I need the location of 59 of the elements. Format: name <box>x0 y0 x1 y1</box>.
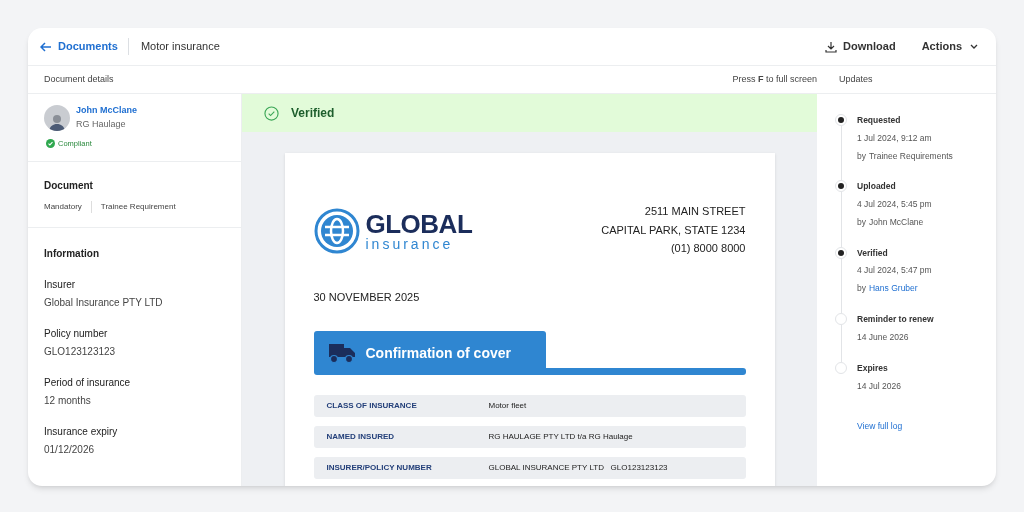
logo-tagline: insurance <box>365 236 455 251</box>
back-link[interactable]: Documents <box>40 38 129 55</box>
event-date: 4 Jul 2024, 5:45 pm <box>857 198 932 211</box>
field-label: Period of insurance <box>44 376 132 391</box>
event-title: Requested <box>857 114 902 127</box>
field-value: Global Insurance PTY LTD <box>44 296 164 311</box>
field-value: 01/12/2026 <box>44 443 96 458</box>
document-tag: Trainee Requirement <box>90 201 176 214</box>
updates-label: Updates <box>839 72 874 86</box>
address-line: (01) 8000 8000 <box>670 241 746 256</box>
verified-status: Verified <box>291 105 335 122</box>
section-label: Document details <box>43 72 115 86</box>
page-title: Motor insurance <box>140 39 220 55</box>
event-title: Reminder to renew <box>857 312 934 326</box>
cover-label: CLASS OF INSURANCE <box>326 400 418 412</box>
person-name-link[interactable]: John McClane <box>76 104 137 118</box>
arrow-left-icon <box>40 41 52 52</box>
field-label: Policy number <box>44 327 109 342</box>
globe-icon <box>313 207 360 254</box>
check-circle-icon <box>264 105 279 121</box>
actions-button[interactable]: Actions <box>921 38 978 55</box>
check-circle-icon <box>46 139 55 149</box>
download-button[interactable]: Download <box>825 38 896 55</box>
field-label: Insurance expiry <box>44 425 119 440</box>
company-name: RG Haulage <box>76 117 127 131</box>
cover-value: Motor fleet <box>488 400 527 412</box>
event-author: Trainee Requirements <box>869 149 953 163</box>
event-author: John McClane <box>869 215 924 229</box>
cover-value: GLOBAL INSURANCE PTY LTD GLO123123123 <box>488 462 668 474</box>
event-title: Uploaded <box>857 180 897 193</box>
field-label: Insurer <box>44 278 77 293</box>
event-date: 14 Jul 2026 <box>857 380 901 393</box>
logo-wordmark: GLOBAL <box>365 210 473 237</box>
chevron-down-icon <box>970 43 978 50</box>
section-title: Confirmation of cover <box>365 343 511 363</box>
event-by-label: by <box>857 149 866 163</box>
event-date: 1 Jul 2024, 9:12 am <box>857 131 933 145</box>
document-tag: Mandatory <box>44 201 82 214</box>
cover-label: NAMED INSURED <box>326 431 396 443</box>
event-date: 14 June 2026 <box>857 330 910 344</box>
view-log-link[interactable]: View full log <box>857 420 903 431</box>
cover-label: INSURER/POLICY NUMBER <box>326 462 433 474</box>
cover-value: RG HAULAGE PTY LTD t/a RG Haulage <box>488 431 633 443</box>
address-line: 2511 MAIN STREET <box>644 204 746 219</box>
event-author-link[interactable]: Hans Gruber <box>869 282 918 295</box>
field-value: 12 months <box>44 394 92 409</box>
field-value: GLO123123123 <box>44 345 117 360</box>
event-title: Expires <box>857 362 889 375</box>
event-date: 4 Jul 2024, 5:47 pm <box>857 264 932 277</box>
event-by-label: by <box>857 282 866 295</box>
information-heading: Information <box>44 247 100 262</box>
address-line: CAPITAL PARK, STATE 1234 <box>601 222 746 238</box>
truck-icon <box>327 342 356 364</box>
event-title: Verified <box>857 246 889 260</box>
download-icon <box>825 40 838 53</box>
letter-date: 30 NOVEMBER 2025 <box>313 289 421 305</box>
document-heading: Document <box>44 179 94 194</box>
event-by-label: by <box>857 215 866 229</box>
fullscreen-hint: Press F to full screen <box>731 72 818 86</box>
